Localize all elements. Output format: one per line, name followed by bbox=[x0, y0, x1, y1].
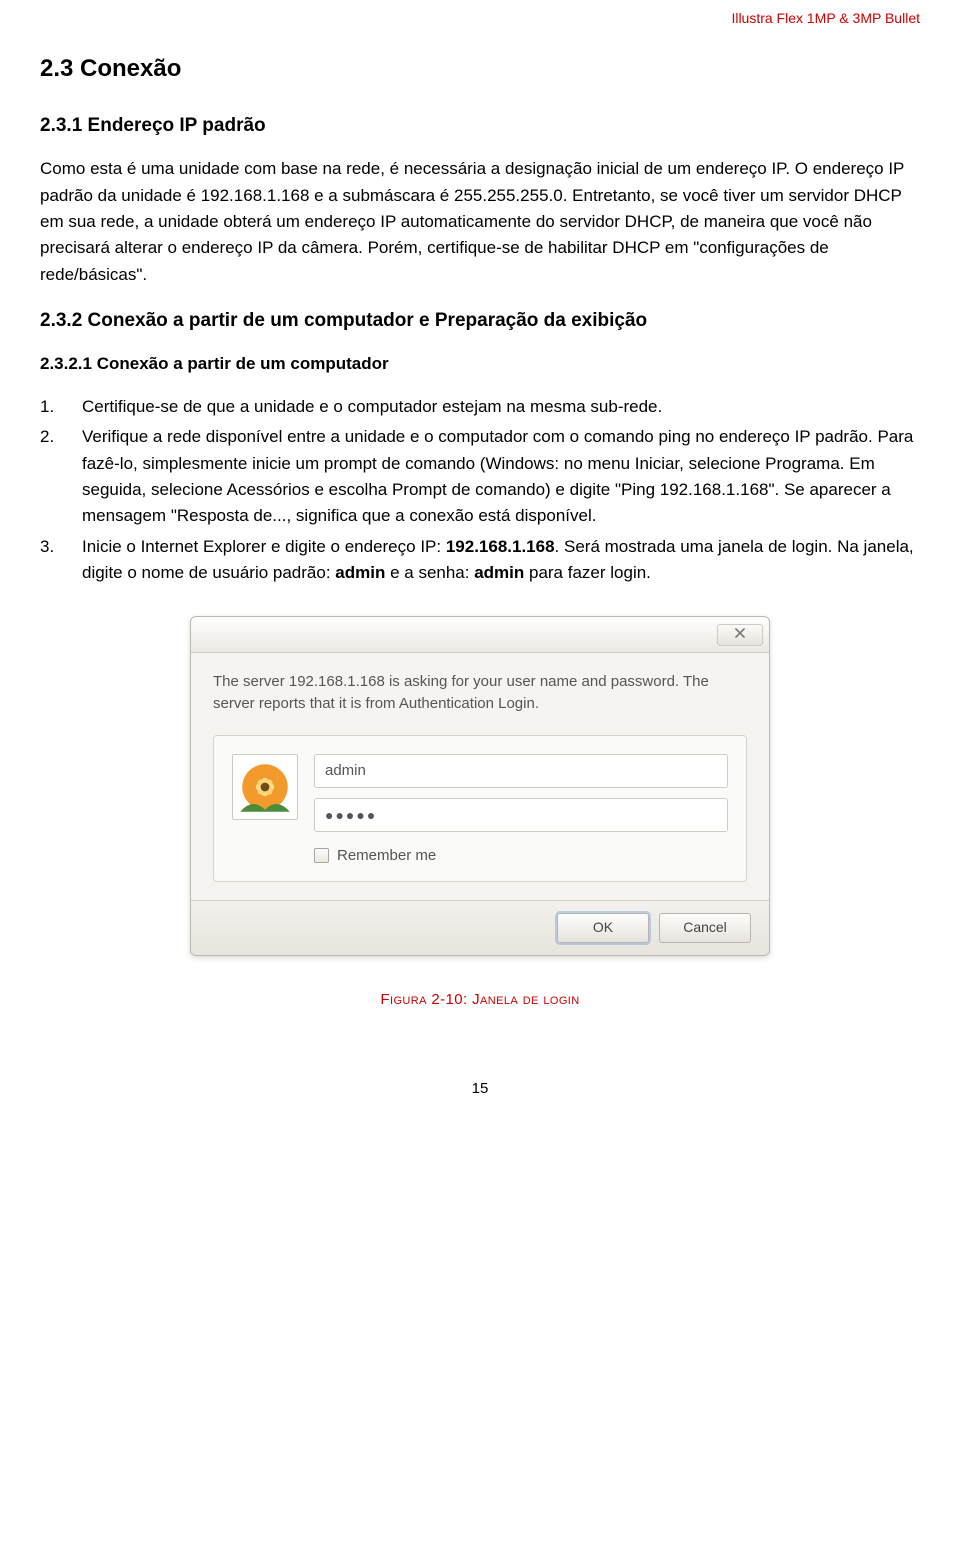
cancel-button[interactable]: Cancel bbox=[659, 913, 751, 943]
caption-body: Janela de login bbox=[472, 991, 579, 1008]
username-input[interactable] bbox=[314, 754, 728, 788]
page-number: 15 bbox=[40, 1017, 920, 1110]
item-text: Inicie o Internet Explorer e digite o en… bbox=[82, 534, 920, 587]
list-item: 2. Verifique a rede disponível entre a u… bbox=[40, 422, 920, 531]
fields-column: Remember me bbox=[314, 754, 728, 867]
item-number: 3. bbox=[40, 534, 82, 587]
caption-prefix: Figura 2-10: bbox=[380, 991, 472, 1008]
avatar bbox=[232, 754, 298, 820]
remember-row: Remember me bbox=[314, 842, 728, 867]
password-input[interactable] bbox=[314, 798, 728, 832]
item-number: 2. bbox=[40, 424, 82, 529]
text-fragment: Inicie o Internet Explorer e digite o en… bbox=[82, 537, 446, 556]
text-fragment: para fazer login. bbox=[524, 563, 651, 582]
remember-checkbox[interactable] bbox=[314, 848, 329, 863]
list-item: 3. Inicie o Internet Explorer e digite o… bbox=[40, 532, 920, 589]
list-item: 1. Certifique-se de que a unidade e o co… bbox=[40, 392, 920, 422]
close-icon bbox=[734, 625, 746, 645]
ip-address: 192.168.1.168 bbox=[446, 537, 555, 556]
dialog-button-row: OK Cancel bbox=[191, 900, 769, 955]
login-dialog: The server 192.168.1.168 is asking for y… bbox=[190, 616, 770, 956]
section-2-3-2-title: 2.3.2 Conexão a partir de um computador … bbox=[40, 294, 920, 345]
dialog-titlebar bbox=[191, 617, 769, 653]
item-number: 1. bbox=[40, 394, 82, 420]
section-2-3-title: 2.3 Conexão bbox=[40, 46, 920, 99]
item-text: Certifique-se de que a unidade e o compu… bbox=[82, 394, 920, 420]
section-2-3-2-1-title: 2.3.2.1 Conexão a partir de um computado… bbox=[40, 345, 920, 387]
remember-label: Remember me bbox=[337, 844, 436, 867]
section-2-3-1-para: Como esta é uma unidade com base na rede… bbox=[40, 150, 920, 294]
section-2-3-1-title: 2.3.1 Endereço IP padrão bbox=[40, 99, 920, 150]
steps-list: 1. Certifique-se de que a unidade e o co… bbox=[40, 388, 920, 598]
item-text: Verifique a rede disponível entre a unid… bbox=[82, 424, 920, 529]
login-dialog-figure: The server 192.168.1.168 is asking for y… bbox=[40, 598, 920, 968]
default-username: admin bbox=[335, 563, 385, 582]
credentials-panel: Remember me bbox=[213, 735, 747, 882]
ok-button[interactable]: OK bbox=[557, 913, 649, 943]
text-fragment: e a senha: bbox=[385, 563, 474, 582]
running-header: Illustra Flex 1MP & 3MP Bullet bbox=[40, 0, 920, 46]
close-button[interactable] bbox=[717, 624, 763, 646]
dialog-message: The server 192.168.1.168 is asking for y… bbox=[191, 653, 769, 729]
figure-caption: Figura 2-10: Janela de login bbox=[40, 968, 920, 1017]
default-password: admin bbox=[474, 563, 524, 582]
